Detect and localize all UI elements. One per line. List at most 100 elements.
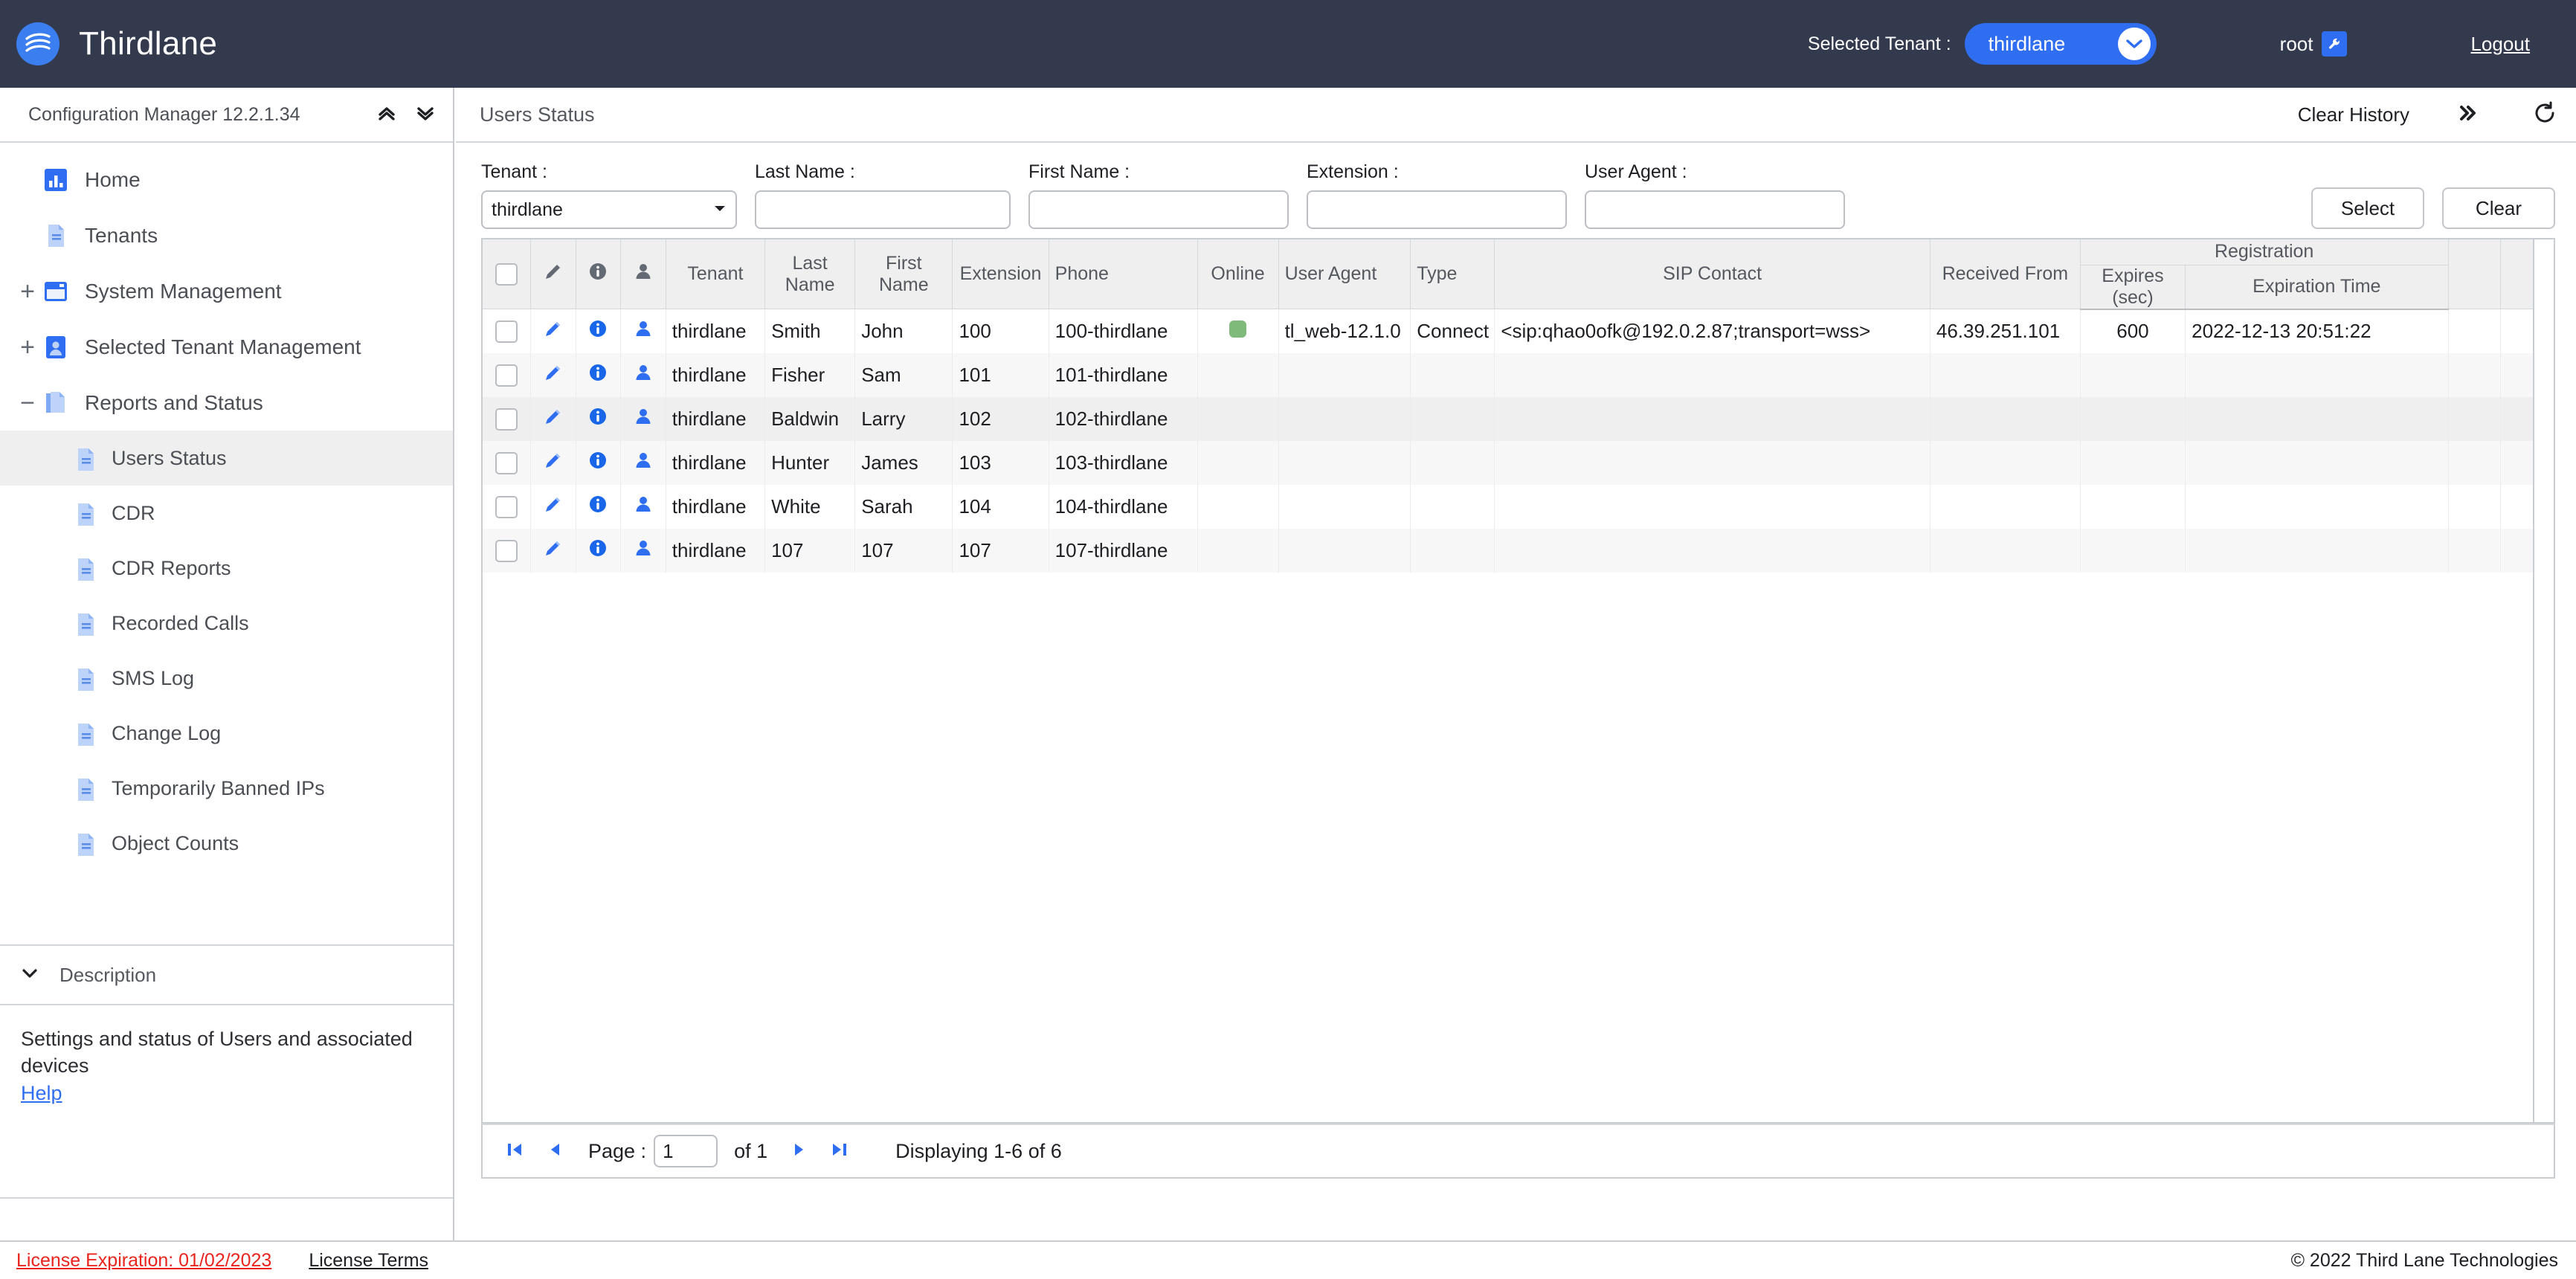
row-user-cell[interactable] [620,528,666,573]
row-info-cell[interactable] [576,352,622,397]
header-last-name[interactable]: Last Name [764,239,856,309]
row-user-cell[interactable] [620,484,666,529]
select-button[interactable]: Select [2311,187,2424,229]
sidebar-item-home[interactable]: Home [0,152,453,207]
header-extension[interactable]: Extension [952,239,1049,309]
person-icon[interactable] [633,450,654,476]
prev-page-icon[interactable] [548,1140,563,1163]
table-row[interactable]: thirdlane Fisher Sam 101 101-thirdlane [483,352,2554,397]
person-icon[interactable] [633,362,654,388]
row-edit-cell[interactable] [530,484,576,529]
info-circle-icon[interactable] [587,318,608,344]
clear-button[interactable]: Clear [2442,187,2555,229]
logout-link[interactable]: Logout [2470,33,2530,56]
row-edit-cell[interactable] [530,396,576,441]
sidebar-expander-toggle[interactable]: + [15,279,40,304]
last-page-icon[interactable] [830,1140,849,1163]
row-edit-cell[interactable] [530,352,576,397]
checkbox-icon[interactable] [495,496,518,519]
header-online[interactable]: Online [1197,239,1279,309]
header-first-name[interactable]: First Name [854,239,953,309]
tenant-selector-dropdown[interactable]: thirdlane [1964,23,2157,65]
info-circle-icon[interactable] [587,494,608,520]
refresh-icon[interactable] [2533,101,2557,129]
pencil-icon[interactable] [543,406,564,432]
header-user-agent[interactable]: User Agent [1278,239,1411,309]
info-circle-icon[interactable] [587,538,608,564]
sidebar-item-users-status[interactable]: Users Status [0,431,453,486]
checkbox-icon[interactable] [495,540,518,563]
checkbox-icon[interactable] [495,262,518,286]
pencil-icon[interactable] [543,318,564,344]
table-row[interactable]: thirdlane Hunter James 103 103-thirdlane [483,440,2554,485]
person-icon[interactable] [633,494,654,520]
row-info-cell[interactable] [576,309,622,353]
header-tenant[interactable]: Tenant [666,239,766,309]
table-row[interactable]: thirdlane 107 107 107 107-thirdlane [483,528,2554,573]
row-checkbox-cell[interactable] [483,484,532,529]
table-row[interactable]: thirdlane Smith John 100 100-thirdlane tl_web… [483,309,2554,353]
row-user-cell[interactable] [620,309,666,353]
page-number-input[interactable] [654,1135,718,1167]
header-expiration-time[interactable]: Expiration Time [2185,264,2449,310]
row-info-cell[interactable] [576,484,622,529]
clear-history-button[interactable]: Clear History [2298,103,2409,126]
row-user-cell[interactable] [620,352,666,397]
header-expires[interactable]: Expires (sec) [2080,264,2186,310]
tenant-filter-select[interactable]: thirdlane [481,190,737,229]
select-all-header[interactable] [483,239,532,309]
info-circle-icon[interactable] [587,450,608,476]
row-checkbox-cell[interactable] [483,440,532,485]
sidebar-item-object-counts[interactable]: Object Counts [0,816,453,871]
sidebar-item-system-management[interactable]: + System Management [0,263,453,319]
row-user-cell[interactable] [620,440,666,485]
license-terms-link[interactable]: License Terms [309,1250,428,1272]
row-edit-cell[interactable] [530,528,576,573]
sidebar-item-change-log[interactable]: Change Log [0,706,453,761]
chevron-double-up-icon[interactable] [376,102,398,128]
sidebar-item-cdr[interactable]: CDR [0,486,453,541]
pencil-icon[interactable] [543,450,564,476]
first-page-icon[interactable] [505,1140,524,1163]
row-checkbox-cell[interactable] [483,309,532,353]
info-circle-icon[interactable] [587,362,608,388]
pencil-icon[interactable] [543,494,564,520]
current-user[interactable]: root [2280,31,2348,57]
license-expiration-link[interactable]: License Expiration: 01/02/2023 [16,1250,271,1272]
chevron-double-right-icon[interactable] [2456,103,2479,127]
filter-input-last-name[interactable] [755,190,1011,229]
row-checkbox-cell[interactable] [483,352,532,397]
pencil-icon[interactable] [543,538,564,564]
filter-input-user-agent[interactable] [1585,190,1845,229]
sidebar-item-cdr-reports[interactable]: CDR Reports [0,541,453,596]
table-row[interactable]: thirdlane Baldwin Larry 102 102-thirdlane [483,396,2554,441]
table-row[interactable]: thirdlane White Sarah 104 104-thirdlane [483,484,2554,529]
grid-vertical-scrollbar[interactable] [2533,239,2554,1122]
row-info-cell[interactable] [576,528,622,573]
header-phone[interactable]: Phone [1049,239,1198,309]
info-circle-icon[interactable] [587,406,608,432]
header-sip-contact[interactable]: SIP Contact [1494,239,1931,309]
row-edit-cell[interactable] [530,440,576,485]
sidebar-item-temporarily-banned-ips[interactable]: Temporarily Banned IPs [0,761,453,816]
sidebar-expander-toggle[interactable]: − [15,390,40,416]
sidebar-expander-toggle[interactable]: + [15,335,40,360]
help-link[interactable]: Help [21,1082,62,1105]
sidebar-item-selected-tenant-management[interactable]: + Selected Tenant Management [0,319,453,375]
row-edit-cell[interactable] [530,309,576,353]
sidebar-item-sms-log[interactable]: SMS Log [0,651,453,706]
sidebar-item-recorded-calls[interactable]: Recorded Calls [0,596,453,651]
person-icon[interactable] [633,406,654,432]
pencil-icon[interactable] [543,362,564,388]
row-checkbox-cell[interactable] [483,396,532,441]
row-user-cell[interactable] [620,396,666,441]
filter-input-first-name[interactable] [1028,190,1289,229]
person-icon[interactable] [633,318,654,344]
checkbox-icon[interactable] [495,320,518,344]
checkbox-icon[interactable] [495,364,518,387]
sidebar-item-tenants[interactable]: Tenants [0,207,453,263]
header-type[interactable]: Type [1410,239,1495,309]
checkbox-icon[interactable] [495,452,518,475]
filter-input-extension[interactable] [1307,190,1567,229]
row-info-cell[interactable] [576,396,622,441]
